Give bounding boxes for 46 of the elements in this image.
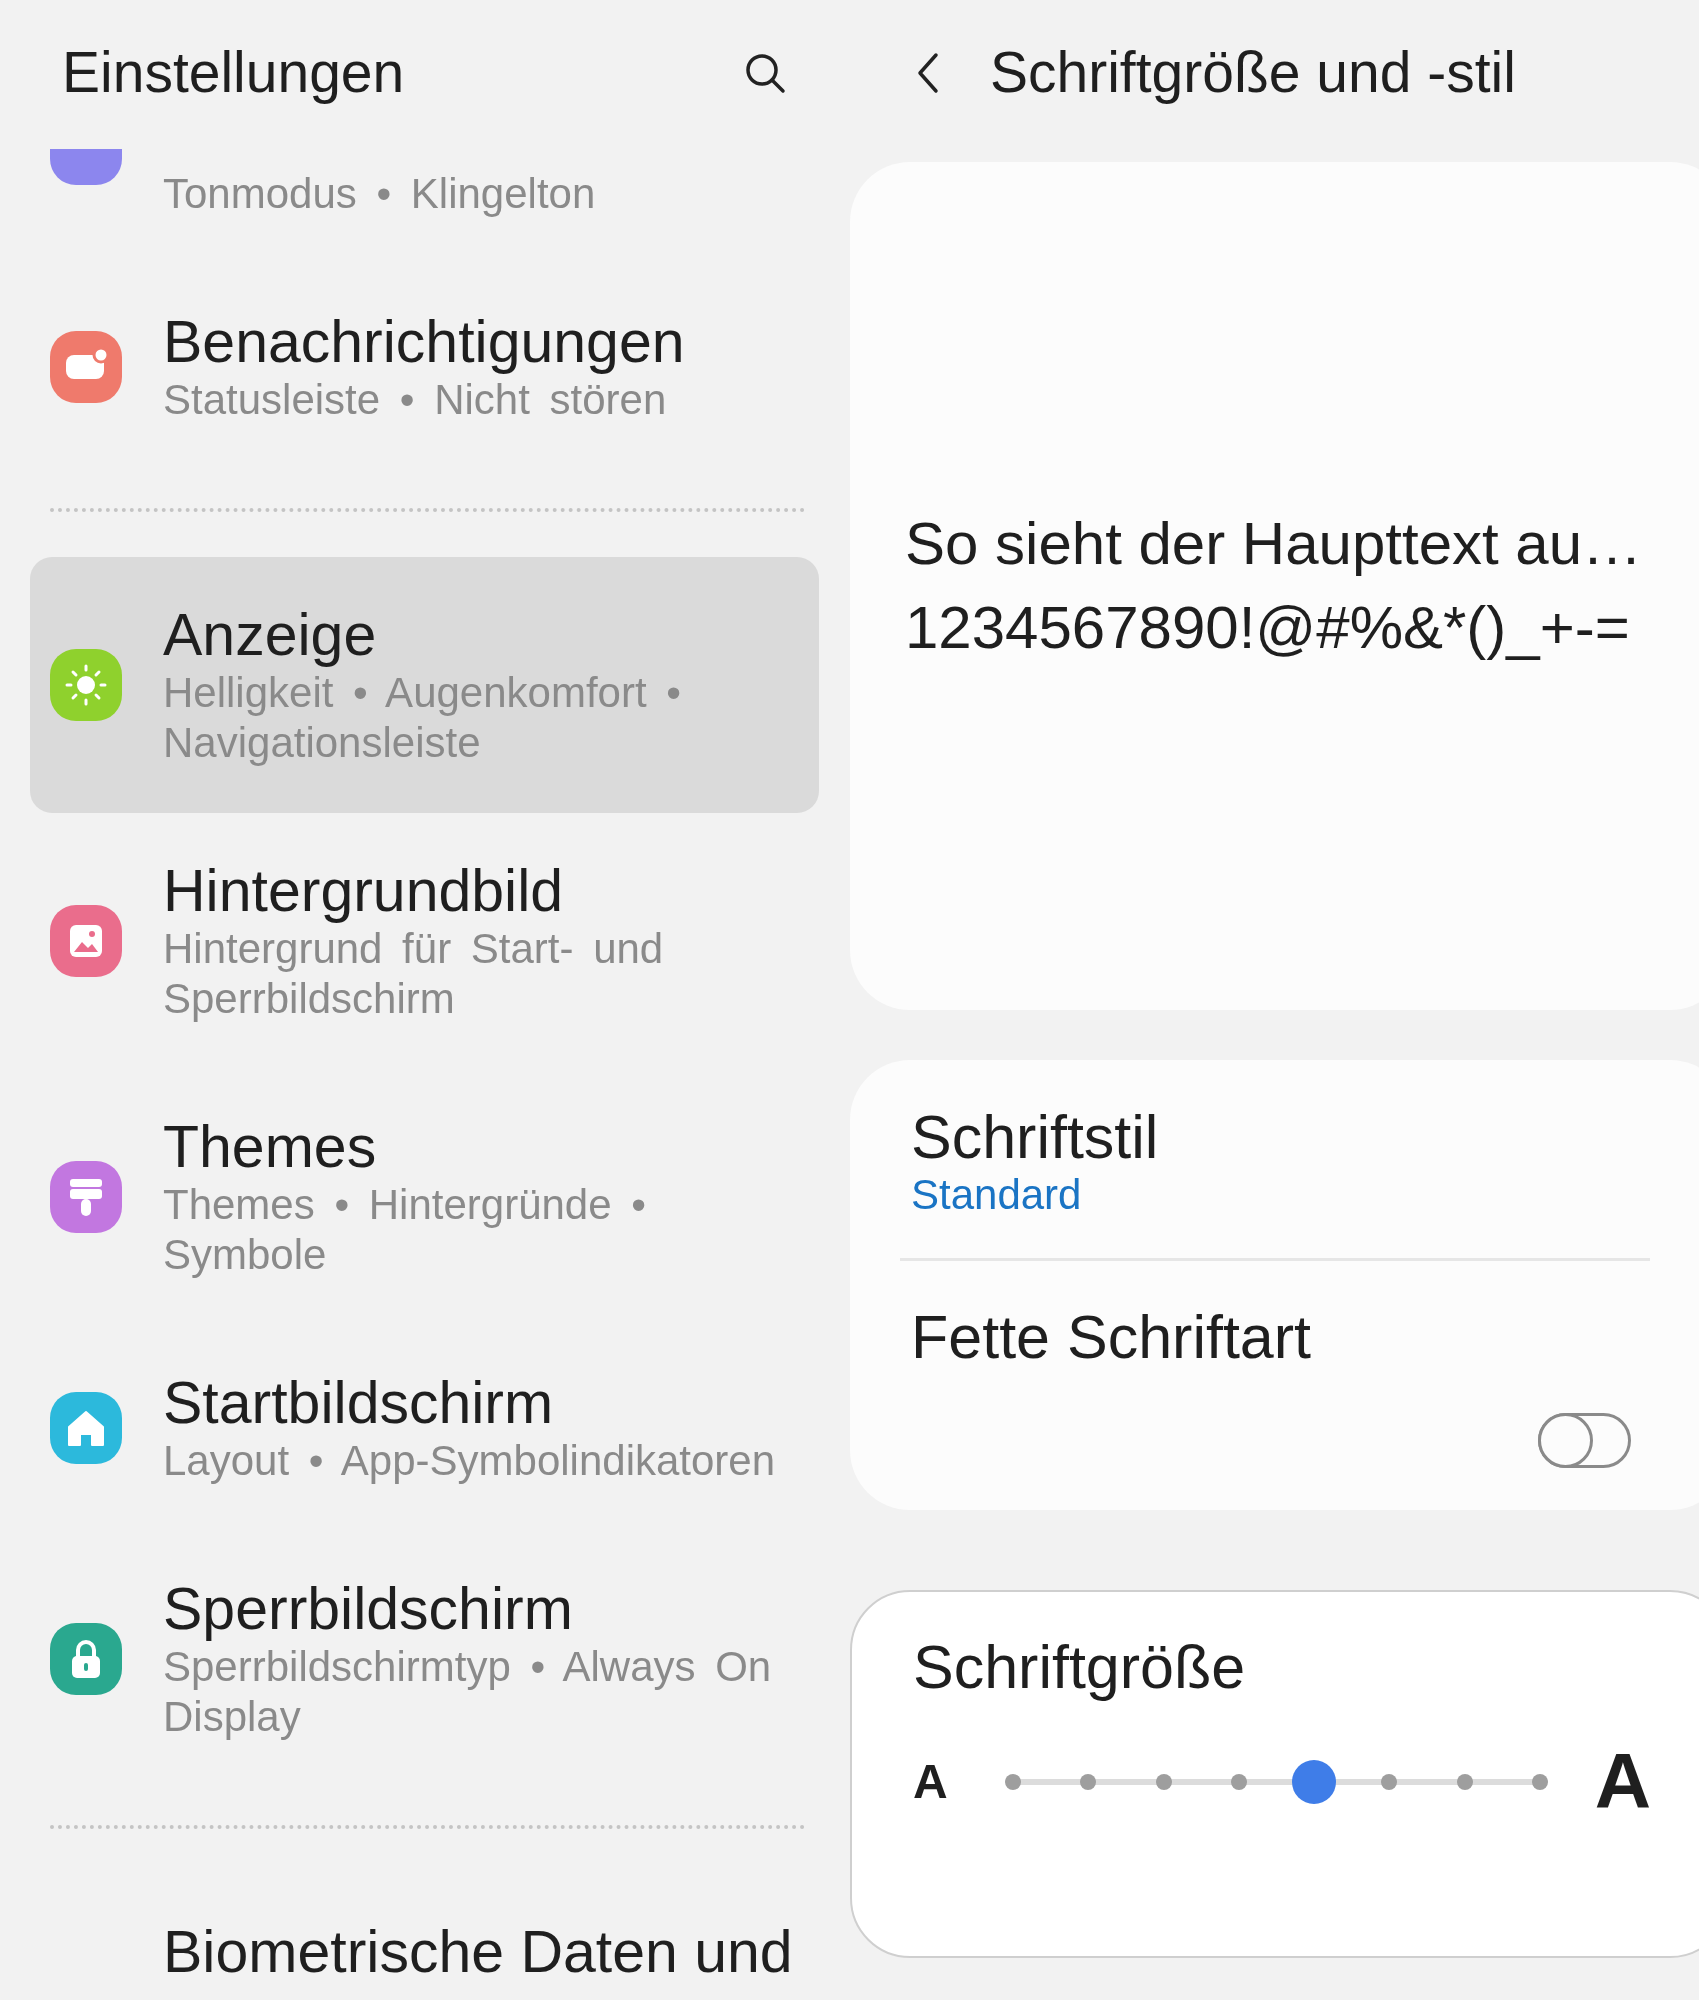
- step-dot: [1005, 1773, 1021, 1790]
- settings-item[interactable]: Startbildschirm Layout • App-Symbolindikatoren: [30, 1325, 819, 1531]
- item-subtitle: Layout • App-Symbolindikatoren: [163, 1436, 776, 1486]
- settings-item[interactable]: Sperrbildschirm Sperrbildschirmtyp • Always On Display: [30, 1531, 819, 1787]
- item-title: Themes: [163, 1114, 378, 1180]
- lock-icon: [50, 1623, 122, 1695]
- item-title: Startbildschirm: [163, 1370, 555, 1436]
- option-title: Schriftgröße: [913, 1634, 1247, 1700]
- item-title: Anzeige: [163, 602, 378, 668]
- item-subtitle: Sperrbildschirmtyp • Always On Display: [163, 1642, 773, 1742]
- brush-icon: [50, 1161, 122, 1233]
- settings-item[interactable]: Biometrische Daten und: [30, 1874, 819, 2000]
- item-title: Biometrische Daten und: [163, 1919, 793, 1985]
- option-title: Fette Schriftart: [911, 1304, 1312, 1370]
- sun-icon: [50, 649, 122, 721]
- step-dot: [1456, 1773, 1473, 1790]
- notification-icon: [50, 331, 122, 403]
- item-subtitle: Statusleiste • Nicht stören: [163, 375, 668, 425]
- step-dot: [1080, 1773, 1097, 1790]
- settings-item[interactable]: Themes Themes • Hintergründe • Symbole: [30, 1069, 819, 1325]
- back-icon[interactable]: [916, 50, 940, 95]
- home-icon: [50, 1392, 122, 1464]
- step-dot: [1532, 1773, 1548, 1790]
- toggle-switch[interactable]: [1538, 1413, 1631, 1468]
- option-title: Schriftstil: [911, 1104, 1160, 1170]
- preview-text: 1234567890!@#%&*()_+-=: [905, 593, 1631, 663]
- screen-title: Einstellungen: [62, 39, 405, 107]
- option-value: Standard: [911, 1170, 1083, 1220]
- item-title: Benachrichtigungen: [163, 309, 685, 375]
- screen-title: Schriftgröße und -stil: [990, 39, 1516, 107]
- image-icon: [50, 905, 122, 977]
- settings-item[interactable]: Hintergrundbild Hintergrund für Start- und Sperrbildschirm: [30, 813, 819, 1069]
- step-dot: [1155, 1773, 1172, 1790]
- item-subtitle: Tonmodus • Klingelton: [163, 169, 596, 219]
- item-subtitle: Hintergrund für Start- und Sperrbildschirm: [163, 924, 665, 1024]
- settings-item[interactable]: Anzeige Helligkeit • Augenkomfort • Navigationsleiste: [30, 557, 819, 813]
- item-subtitle: Helligkeit • Augenkomfort • Navigationsleiste: [163, 668, 682, 768]
- settings-item[interactable]: Benachrichtigungen Statusleiste • Nicht stören: [30, 264, 819, 470]
- small-size-label: A: [913, 1754, 949, 1809]
- item-title: Sperrbildschirm: [163, 1576, 574, 1642]
- preview-text: So sieht der Haupttext au…: [905, 509, 1644, 579]
- large-size-label: A: [1594, 1736, 1651, 1827]
- item-subtitle: Themes • Hintergründe • Symbole: [163, 1180, 647, 1280]
- step-dot: [1381, 1773, 1398, 1790]
- step-dot: [1230, 1773, 1247, 1790]
- item-title: Hintergrundbild: [163, 858, 565, 924]
